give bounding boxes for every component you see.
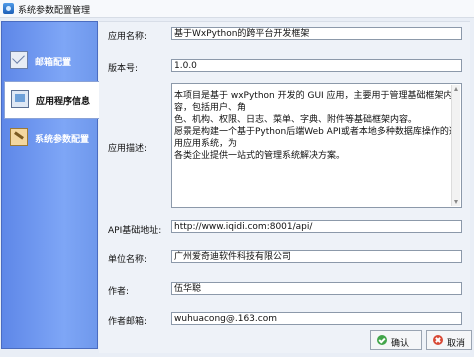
settings-sidebar: 邮箱配置 应用程序信息 系统参数配置 xyxy=(1,21,100,349)
version-label: 版本号: xyxy=(108,64,139,74)
window-title: 系统参数配置管理 xyxy=(18,6,91,16)
app-name-input[interactable]: 基于WxPython的跨平台开发框架 xyxy=(171,27,462,40)
description-textarea[interactable]: 本项目是基于 wxPython 开发的 GUI 应用，主要用于管理基础框架内容，… xyxy=(171,83,462,208)
description-line: 本项目是基于 wxPython 开发的 GUI 应用，主要用于管理基础框架内容，… xyxy=(174,91,453,113)
app-info-icon xyxy=(11,90,29,108)
email-input[interactable]: wuhuacong@.163.com xyxy=(171,312,462,325)
cancel-button[interactable]: 取消 xyxy=(426,330,472,350)
description-label: 应用描述: xyxy=(108,144,148,154)
ok-button[interactable]: 确认 xyxy=(370,330,422,350)
version-input[interactable]: 1.0.0 xyxy=(171,59,462,72)
sidebar-item-label: 系统参数配置 xyxy=(35,135,90,145)
app-icon xyxy=(3,3,14,14)
cancel-button-label: 取消 xyxy=(447,339,466,349)
description-scrollbar[interactable] xyxy=(451,85,460,206)
sidebar-item-system-settings[interactable]: 系统参数配置 xyxy=(4,120,96,156)
api-label: API基础地址: xyxy=(108,226,162,236)
author-input[interactable]: 伍华聪 xyxy=(171,282,462,295)
ok-button-label: 确认 xyxy=(391,339,410,349)
app-name-label: 应用名称: xyxy=(108,32,148,42)
company-label: 单位名称: xyxy=(108,255,148,265)
company-input[interactable]: 广州爱奇迪软件科技有限公司 xyxy=(171,250,462,263)
description-line: 愿景是构建一个基于Python后端Web API或者本地多种数据库操作的通用应用… xyxy=(174,127,458,149)
mail-icon xyxy=(10,51,28,69)
author-label: 作者: xyxy=(108,287,130,297)
sidebar-item-app-info[interactable]: 应用程序信息 xyxy=(4,81,100,119)
sidebar-item-label: 应用程序信息 xyxy=(36,97,91,107)
description-line: 各类企业提供一站式的管理系统解决方案。 xyxy=(174,151,346,161)
system-settings-icon xyxy=(10,128,28,146)
close-icon xyxy=(433,335,443,345)
sidebar-item-label: 邮箱配置 xyxy=(35,58,72,68)
sidebar-item-email-config[interactable]: 邮箱配置 xyxy=(4,43,96,79)
window-titlebar: 系统参数配置管理 xyxy=(0,0,474,18)
email-label: 作者邮箱: xyxy=(108,317,148,327)
description-line: 色、机构、权限、日志、菜单、字典、附件等基础框架内容。 xyxy=(174,115,418,125)
check-icon xyxy=(377,335,387,345)
api-input[interactable]: http://www.iqidi.com:8001/api/ xyxy=(171,220,462,233)
